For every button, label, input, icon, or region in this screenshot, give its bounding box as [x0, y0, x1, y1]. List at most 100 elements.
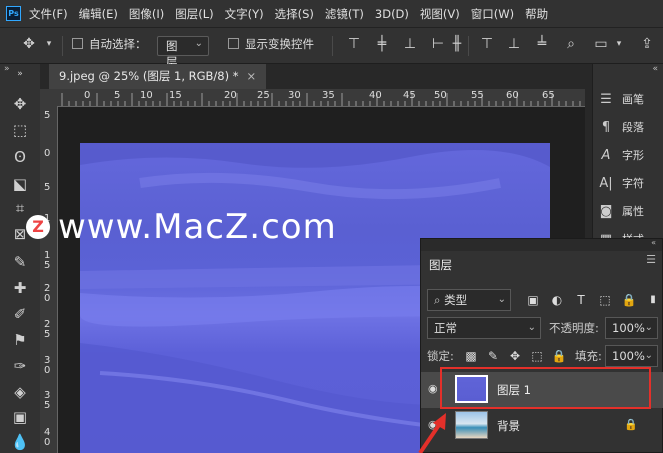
fill-input[interactable]: 100% ⌄ [605, 345, 658, 367]
brush-tool-icon[interactable]: ✐ [10, 304, 30, 324]
filter-smart-object-icon[interactable]: 🔒 [621, 292, 637, 308]
auto-select-checkbox[interactable]: 自动选择： [72, 36, 147, 52]
lasso-tool-icon[interactable]: ʘ [10, 147, 30, 167]
healing-brush-tool-icon[interactable]: ✚ [10, 278, 30, 298]
ruler-label: 40 [369, 90, 382, 101]
menu-bar: Ps 文件(F) 编辑(E) 图像(I) 图层(L) 文字(Y) 选择(S) 滤… [0, 0, 663, 27]
opacity-label: 不透明度: [549, 321, 599, 335]
menu-3d[interactable]: 3D(D) [375, 7, 409, 21]
ruler-corner[interactable] [40, 89, 58, 106]
visibility-eye-icon[interactable]: ◉ [428, 418, 438, 431]
align-bottom-icon[interactable]: ⊥ [401, 35, 419, 53]
dock-item-character[interactable]: A| 字符 [597, 172, 644, 194]
menu-type[interactable]: 文字(Y) [225, 6, 264, 22]
filter-adjustment-icon[interactable]: ◐ [549, 292, 565, 308]
panel-menu-icon[interactable]: ☰ [646, 253, 656, 266]
menu-edit[interactable]: 编辑(E) [79, 6, 118, 22]
blend-mode-dropdown[interactable]: 正常 ⌄ [427, 317, 541, 339]
filter-toggle-icon[interactable]: ▮ [645, 292, 661, 308]
menu-view[interactable]: 视图(V) [420, 6, 460, 22]
character-icon: A [601, 147, 611, 163]
marquee-tool-icon[interactable]: ⬚ [10, 120, 30, 140]
search-icon: ⌕ [434, 293, 445, 307]
lock-pixels-icon[interactable]: ✎ [485, 348, 501, 364]
watermark-logo: Z [26, 215, 50, 239]
dock-item-properties[interactable]: ◙ 属性 [597, 200, 644, 222]
chevron-down-icon: ⌄ [194, 38, 203, 49]
clone-stamp-tool-icon[interactable]: ⚑ [10, 330, 30, 350]
quick-select-tool-icon[interactable]: ⬕ [10, 174, 30, 194]
filter-type-icon[interactable]: T [573, 292, 589, 308]
move-tool-icon[interactable]: ✥ [20, 35, 38, 53]
menu-layer[interactable]: 图层(L) [175, 6, 213, 22]
chevron-down-icon: ⌄ [527, 322, 536, 333]
collapse-arrows-icon[interactable]: » [4, 64, 10, 74]
filter-kind-dropdown[interactable]: ⌕ 类型 ⌄ [427, 289, 511, 311]
distribute-center-icon[interactable]: ⊥ [505, 35, 523, 53]
blur-tool-icon[interactable]: 💧 [10, 432, 30, 452]
opacity-input[interactable]: 100% ⌄ [605, 317, 658, 339]
ruler-label: 15 [169, 90, 182, 101]
layer-row-background[interactable]: ◉ 背景 🔒 [421, 408, 663, 444]
tool-preset-caret-icon[interactable]: ▾ [40, 35, 58, 53]
distribute-bottom-icon[interactable]: ╧ [533, 35, 551, 53]
ruler-label: 5 [44, 110, 51, 121]
align-vertical-center-icon[interactable]: ╪ [373, 35, 391, 53]
visibility-eye-icon[interactable]: ◉ [428, 382, 438, 395]
lock-icon: 🔒 [624, 418, 638, 431]
ruler-label: 5 [44, 182, 51, 193]
tab-layers[interactable]: 图层 [421, 251, 489, 279]
filter-shape-icon[interactable]: ⬚ [597, 292, 613, 308]
dock-item-label: 字符 [622, 177, 644, 190]
menu-file[interactable]: 文件(F) [29, 6, 68, 22]
distribute-top-icon[interactable]: ⊤ [478, 35, 496, 53]
collapse-arrows-icon[interactable]: « [651, 238, 656, 247]
lock-artboard-icon[interactable]: ⬚ [529, 348, 545, 364]
collapse-arrows-icon[interactable]: « [652, 64, 658, 74]
align-left-icon[interactable]: ⊢ [429, 35, 447, 53]
ruler-label: 2 0 [44, 283, 51, 304]
dock-item-paragraph[interactable]: ¶ 段落 [597, 116, 644, 138]
ruler-label: 0 [44, 148, 51, 159]
blend-mode-value: 正常 [434, 321, 457, 335]
menu-image[interactable]: 图像(I) [129, 6, 164, 22]
vertical-ruler[interactable]: 5 0 5 1 0 1 5 2 0 2 5 3 0 3 5 4 0 [40, 106, 58, 453]
show-transform-checkbox[interactable]: 显示变换控件 [228, 36, 314, 52]
dock-item-glyphs[interactable]: A 字形 [597, 144, 644, 166]
properties-icon: ◙ [599, 203, 613, 219]
menu-filter[interactable]: 滤镜(T) [325, 6, 364, 22]
lock-all-icon[interactable]: 🔒 [551, 348, 567, 364]
chevron-down-icon[interactable]: ▾ [610, 35, 628, 53]
search-icon[interactable]: ⌕ [562, 35, 580, 53]
photoshop-logo-icon[interactable]: Ps [6, 6, 21, 21]
workspace-icon[interactable]: ▭ [592, 35, 610, 53]
menu-window[interactable]: 窗口(W) [471, 6, 514, 22]
collapse-arrows-icon[interactable]: » [10, 64, 30, 84]
watermark-text: www.MacZ.com [58, 207, 337, 247]
horizontal-ruler[interactable]: 0 5 10 15 20 25 30 35 40 45 50 55 60 65 [58, 89, 585, 107]
checkbox-box[interactable] [228, 38, 239, 49]
menu-select[interactable]: 选择(S) [275, 6, 314, 22]
eraser-tool-icon[interactable]: ◈ [10, 382, 30, 402]
move-tool-icon[interactable]: ✥ [10, 94, 30, 114]
align-horizontal-center-icon[interactable]: ╫ [448, 35, 466, 53]
gradient-tool-icon[interactable]: ▣ [10, 407, 30, 427]
document-tab[interactable]: 9.jpeg @ 25% (图层 1, RGB/8) * × [49, 64, 267, 89]
tools-panel: » ✥ ⬚ ʘ ⬕ ⌗ ⊠ ✎ ✚ ✐ ⚑ ✑ ◈ ▣ 💧 [0, 64, 41, 453]
auto-select-target-dropdown[interactable]: 图层 ⌄ [157, 36, 209, 69]
share-icon[interactable]: ⇪ [638, 35, 656, 53]
lock-transparent-icon[interactable]: ▩ [463, 348, 479, 364]
align-top-icon[interactable]: ⊤ [345, 35, 363, 53]
checkbox-box[interactable] [72, 38, 83, 49]
chevron-down-icon: ⌄ [644, 350, 653, 361]
lock-position-icon[interactable]: ✥ [507, 348, 523, 364]
eyedropper-tool-icon[interactable]: ✎ [10, 252, 30, 272]
ruler-label: 20 [224, 90, 237, 101]
ruler-label: 1 5 [44, 250, 51, 271]
filter-pixel-icon[interactable]: ▣ [525, 292, 541, 308]
menu-help[interactable]: 帮助 [525, 6, 548, 22]
dock-item-brush-settings[interactable]: ☰ 画笔 [597, 88, 644, 110]
history-brush-tool-icon[interactable]: ✑ [10, 356, 30, 376]
close-icon[interactable]: × [247, 69, 257, 83]
ruler-label: 5 [114, 90, 121, 101]
